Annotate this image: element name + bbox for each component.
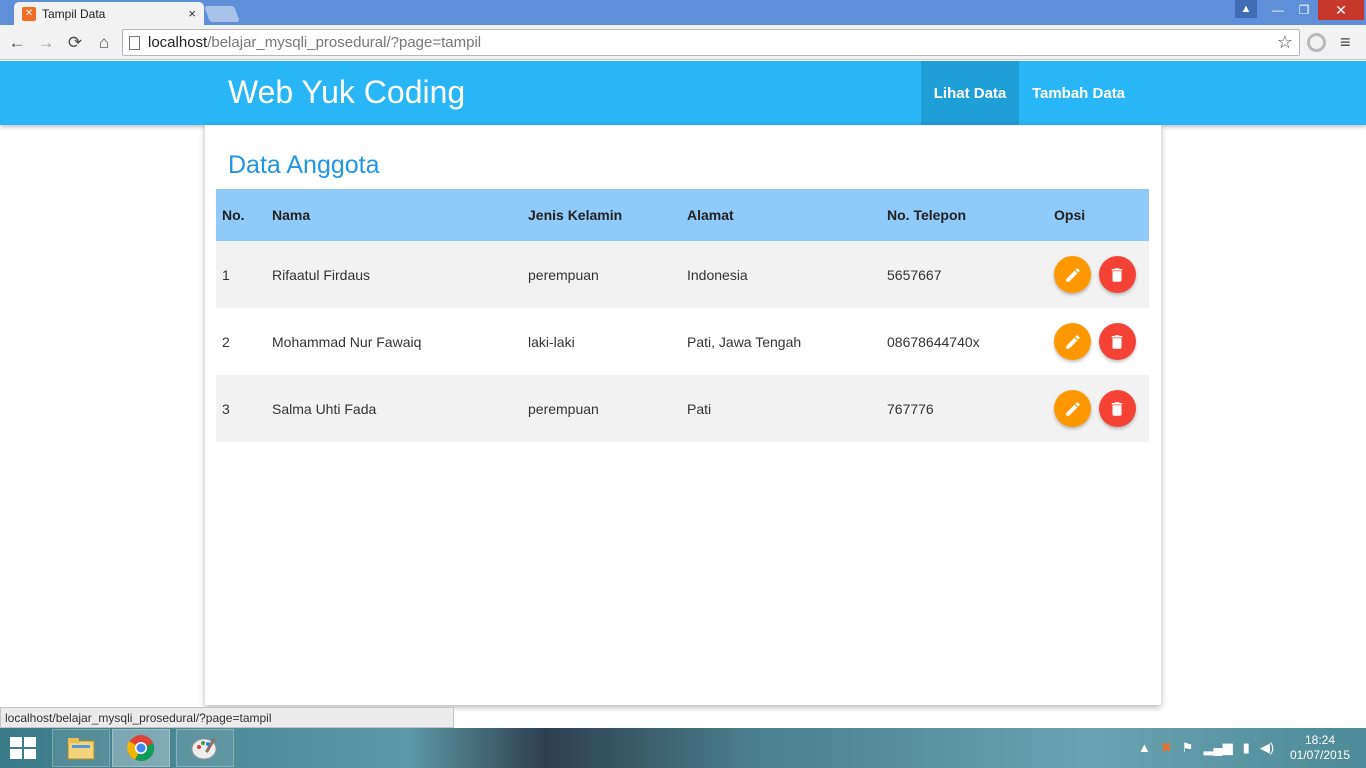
trash-icon [1112, 401, 1123, 416]
file-explorer-icon[interactable] [52, 729, 110, 767]
paint-icon[interactable] [176, 729, 234, 767]
battery-icon[interactable]: ▮ [1243, 740, 1250, 756]
cell-telepon: 08678644740x [887, 333, 980, 350]
column-header-telepon: No. Telepon [887, 207, 967, 223]
home-icon[interactable]: ⌂ [94, 33, 114, 53]
cell-opsi [1048, 375, 1149, 442]
cell-opsi [1048, 308, 1149, 375]
back-arrow-icon[interactable]: ← [7, 33, 27, 53]
cell-jenis-kelamin: perempuan [528, 400, 599, 417]
url-path: /belajar_mysqli_prosedural/?page=tampil [207, 34, 482, 51]
trash-icon [1112, 334, 1123, 349]
table-row: 3 Salma Uhti Fada perempuan Pati 767776 [216, 375, 1149, 442]
forward-arrow-icon[interactable]: → [36, 33, 56, 53]
trash-icon [1112, 267, 1123, 282]
column-header-jenis-kelamin: Jenis Kelamin [528, 207, 623, 223]
page-title: Data Anggota [228, 151, 380, 179]
cell-no: 3 [222, 400, 230, 417]
url-host: localhost [148, 34, 208, 51]
tab-title: Tampil Data [42, 6, 106, 21]
clock-date: 01/07/2015 [1289, 748, 1351, 762]
taskbar-clock[interactable]: 18:24 01/07/2015 [1284, 733, 1356, 763]
app-navbar: Web Yuk Coding Lihat Data Tambah Data [0, 61, 1366, 125]
table-header-row: No. Nama Jenis Kelamin Alamat No. Telepo… [216, 189, 1149, 241]
cell-alamat: Pati, Jawa Tengah [687, 333, 802, 350]
cell-telepon: 5657667 [887, 266, 942, 283]
address-bar[interactable]: localhost /belajar_mysqli_prosedural/?pa… [122, 29, 1300, 56]
user-profile-icon[interactable]: ▲ [1235, 0, 1257, 18]
star-icon[interactable]: ☆ [1277, 32, 1293, 53]
xampp-tray-icon[interactable]: ✖ [1161, 740, 1172, 756]
edit-button[interactable] [1054, 256, 1091, 293]
cell-opsi [1048, 241, 1149, 308]
browser-tab[interactable]: ✕ Tampil Data × [14, 2, 204, 25]
delete-button[interactable] [1098, 323, 1136, 360]
browser-titlebar: ✕ Tampil Data × ▲ — ❐ ✕ [0, 0, 1366, 25]
minimize-button[interactable]: — [1265, 0, 1291, 20]
nav-lihat-data[interactable]: Lihat Data [921, 61, 1019, 125]
column-header-alamat: Alamat [687, 207, 734, 223]
cell-nama: Mohammad Nur Fawaiq [272, 333, 422, 350]
table-row: 2 Mohammad Nur Fawaiq laki-laki Pati, Ja… [216, 308, 1149, 375]
column-header-opsi: Opsi [1054, 207, 1086, 223]
volume-icon[interactable]: ◀) [1260, 740, 1274, 756]
xampp-favicon-icon: ✕ [22, 6, 36, 21]
windows-start-icon[interactable] [10, 737, 38, 759]
pencil-icon [1065, 334, 1080, 349]
windows-taskbar: ▲ ✖ ⚑ ▂▄▆ ▮ ◀) 18:24 01/07/2015 [0, 728, 1366, 768]
system-tray: ▲ ✖ ⚑ ▂▄▆ ▮ ◀) [1138, 740, 1274, 756]
cell-jenis-kelamin: perempuan [528, 266, 599, 283]
table-row: 1 Rifaatul Firdaus perempuan Indonesia 5… [216, 241, 1149, 308]
pencil-icon [1065, 401, 1080, 416]
nav-tambah-data[interactable]: Tambah Data [1019, 61, 1138, 125]
reload-icon[interactable]: ⟳ [65, 33, 85, 53]
pencil-icon [1065, 267, 1080, 282]
cell-alamat: Indonesia [687, 266, 748, 283]
cell-no: 2 [222, 333, 230, 350]
cell-alamat: Pati [687, 400, 712, 417]
close-window-button[interactable]: ✕ [1318, 0, 1364, 20]
tab-close-icon[interactable]: × [188, 6, 196, 21]
edit-button[interactable] [1054, 323, 1091, 360]
edit-button[interactable] [1054, 390, 1091, 427]
menu-icon[interactable]: ≡ [1340, 32, 1351, 53]
cell-nama: Rifaatul Firdaus [272, 266, 371, 283]
cell-jenis-kelamin: laki-laki [528, 333, 575, 350]
content-card: Data Anggota No. Nama Jenis Kelamin Alam… [205, 125, 1161, 705]
cell-nama: Salma Uhti Fada [272, 400, 377, 417]
column-header-nama: Nama [272, 207, 311, 223]
chrome-icon[interactable] [112, 729, 170, 767]
browser-toolbar: ← → ⟳ ⌂ localhost /belajar_mysqli_prosed… [0, 25, 1366, 60]
extension-icon[interactable] [1307, 33, 1326, 52]
network-signal-icon[interactable]: ▂▄▆ [1203, 740, 1232, 756]
cell-no: 1 [222, 266, 230, 283]
show-hidden-icons-icon[interactable]: ▲ [1138, 740, 1151, 756]
restore-button[interactable]: ❐ [1291, 0, 1317, 20]
new-tab-button[interactable] [204, 6, 240, 22]
page-icon [129, 35, 140, 50]
brand-title[interactable]: Web Yuk Coding [228, 74, 465, 111]
delete-button[interactable] [1098, 256, 1136, 293]
clock-time: 18:24 [1304, 733, 1336, 747]
cell-telepon: 767776 [887, 400, 934, 417]
status-bar-url: localhost/belajar_mysqli_prosedural/?pag… [0, 707, 454, 728]
column-header-no: No. [222, 207, 245, 223]
delete-button[interactable] [1098, 390, 1136, 427]
action-center-flag-icon[interactable]: ⚑ [1182, 740, 1194, 756]
data-table: No. Nama Jenis Kelamin Alamat No. Telepo… [216, 189, 1149, 442]
